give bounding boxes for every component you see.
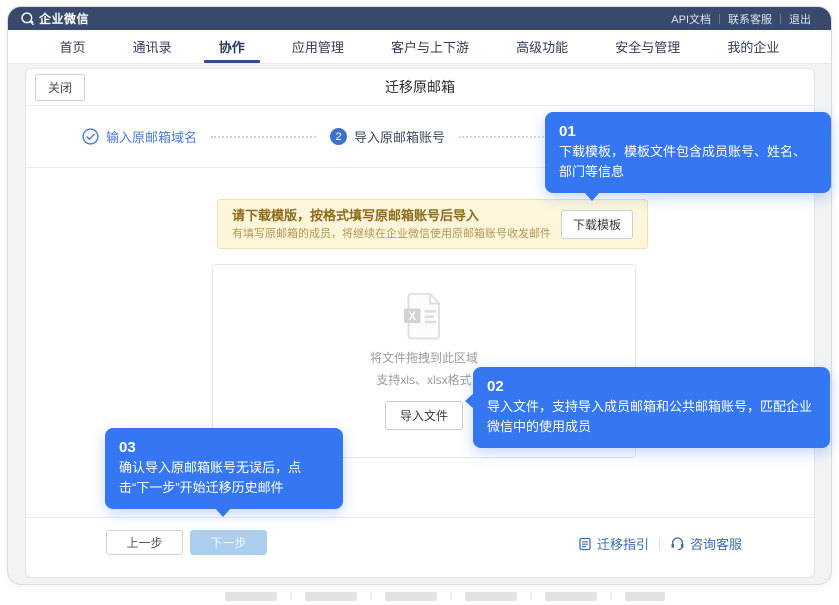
svg-text:X: X (408, 311, 416, 323)
main-nav: 首页 通讯录 协作 应用管理 客户与上下游 高级功能 安全与管理 我的企业 (8, 30, 831, 64)
clipped-link (305, 592, 357, 601)
separator (530, 593, 532, 600)
page-title: 迁移原邮箱 (26, 77, 814, 97)
card-header: 关闭 迁移原邮箱 (26, 69, 814, 106)
close-button[interactable]: 关闭 (35, 74, 85, 101)
notice-subtitle: 有填写原邮箱的成员，将继续在企业微信使用原邮箱账号收发邮件 (232, 226, 551, 243)
brand: 企业微信 (20, 10, 89, 27)
clipped-link (545, 592, 597, 601)
separator (450, 593, 452, 600)
nav-item-advanced[interactable]: 高级功能 (510, 30, 574, 63)
wecom-logo-icon (20, 11, 35, 26)
active-tab-underline (204, 60, 260, 63)
separator (370, 593, 372, 600)
clipped-link (385, 592, 437, 601)
consult-support-label: 咨询客服 (690, 534, 742, 553)
footer-links: 迁移指引 咨询客服 (578, 534, 742, 553)
nav-item-label: 协作 (219, 37, 245, 56)
notice-title: 请下载模版，按格式填写原邮箱账号后导入 (232, 206, 551, 226)
dropzone-hint-line2: 支持xls、xlsx格式 (376, 371, 471, 390)
tooltip-step-number: 03 (119, 437, 329, 458)
nav-item-home[interactable]: 首页 (54, 30, 92, 63)
separator (290, 593, 292, 600)
separator (659, 538, 660, 550)
check-circle-icon (82, 128, 99, 145)
migration-guide-link[interactable]: 迁移指引 (578, 534, 649, 553)
clipped-footer-links (225, 592, 665, 601)
step-enter-domain: 输入原邮箱域名 (82, 127, 197, 146)
clipped-link (625, 592, 665, 601)
tooltip-arrow-left (465, 393, 474, 409)
nav-item-apps[interactable]: 应用管理 (286, 30, 350, 63)
nav-item-collaboration[interactable]: 协作 (213, 30, 251, 63)
consult-support-link[interactable]: 咨询客服 (670, 534, 742, 553)
tooltip-text: 导入文件，支持导入成员邮箱和公共邮箱账号，匹配企业微信中的使用成员 (487, 397, 816, 437)
tooltip-step-number: 02 (487, 376, 816, 397)
document-icon (578, 537, 592, 551)
nav-item-my-company[interactable]: 我的企业 (721, 30, 785, 63)
download-template-button[interactable]: 下载模板 (561, 210, 633, 239)
guide-tooltip-01: 01 下载模板，模板文件包含成员账号、姓名、部门等信息 (545, 112, 831, 193)
nav-item-partners[interactable]: 客户与上下游 (385, 30, 475, 63)
step-connector (211, 136, 316, 138)
tooltip-arrow-down (584, 192, 600, 201)
step-label: 输入原邮箱域名 (106, 127, 197, 146)
previous-step-button[interactable]: 上一步 (106, 530, 183, 555)
migration-guide-label: 迁移指引 (597, 534, 649, 553)
notice-text: 请下载模版，按格式填写原邮箱账号后导入 有填写原邮箱的成员，将继续在企业微信使用… (232, 206, 551, 242)
step-label: 导入原邮箱账号 (354, 127, 445, 146)
separator (610, 593, 612, 600)
nav-item-security[interactable]: 安全与管理 (609, 30, 686, 63)
clipped-link (225, 592, 277, 601)
guide-tooltip-02: 02 导入文件，支持导入成员邮箱和公共邮箱账号，匹配企业微信中的使用成员 (473, 367, 830, 448)
excel-file-icon: X (402, 292, 446, 340)
step-import-accounts: 2 导入原邮箱账号 (330, 127, 445, 146)
tooltip-text: 确认导入原邮箱账号无误后，点击“下一步”开始迁移历史邮件 (119, 458, 329, 498)
download-template-notice: 请下载模版，按格式填写原邮箱账号后导入 有填写原邮箱的成员，将继续在企业微信使用… (217, 199, 648, 249)
dropzone-hint-line1: 将文件拖拽到此区域 (370, 349, 478, 368)
tooltip-step-number: 01 (559, 121, 817, 142)
clipped-link (465, 592, 517, 601)
footer-divider (26, 517, 814, 518)
guide-tooltip-03: 03 确认导入原邮箱账号无误后，点击“下一步”开始迁移历史邮件 (105, 428, 343, 509)
topbar: 企业微信 API文档 联系客服 退出 (8, 7, 831, 30)
api-docs-link[interactable]: API文档 (663, 11, 719, 27)
headset-icon (670, 536, 685, 551)
nav-item-contacts[interactable]: 通讯录 (127, 30, 178, 63)
brand-name: 企业微信 (39, 10, 89, 27)
step-number-badge: 2 (330, 128, 347, 145)
import-file-button[interactable]: 导入文件 (385, 401, 463, 430)
topbar-links: API文档 联系客服 退出 (663, 11, 819, 27)
tooltip-text: 下载模板，模板文件包含成员账号、姓名、部门等信息 (559, 142, 817, 182)
screen: 企业微信 API文档 联系客服 退出 首页 通讯录 协作 应用管理 客户与上下游… (0, 0, 839, 605)
next-step-button[interactable]: 下一步 (190, 530, 267, 555)
contact-support-link[interactable]: 联系客服 (720, 11, 780, 27)
logout-link[interactable]: 退出 (781, 11, 819, 27)
tooltip-arrow-down (215, 508, 231, 517)
